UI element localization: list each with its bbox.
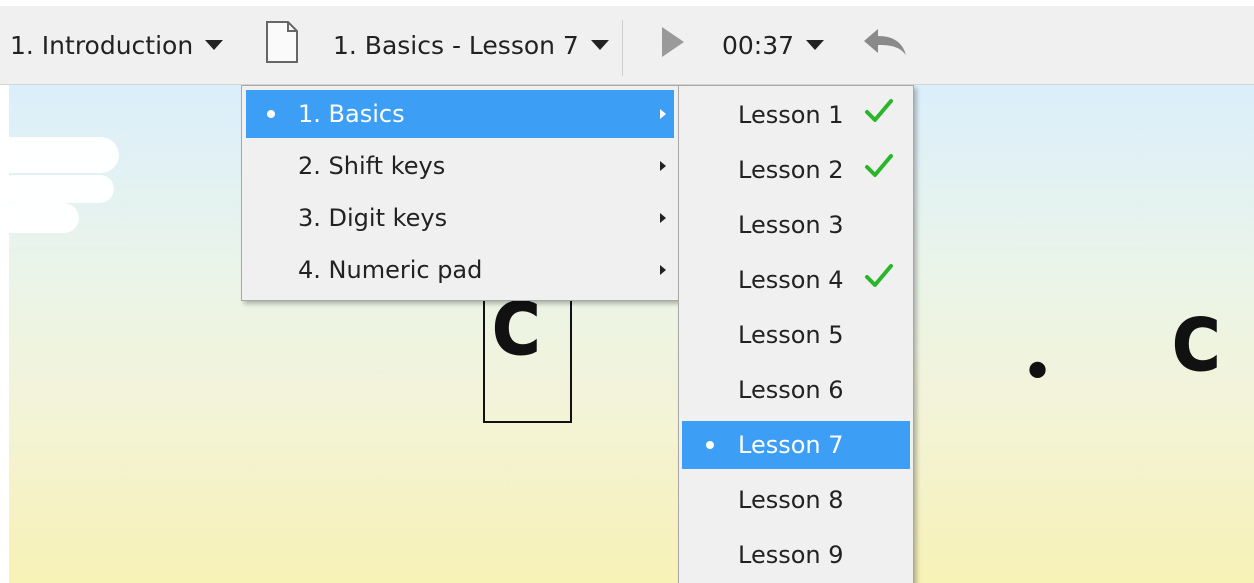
lesson-menu-item-4[interactable]: Lesson 4 [682,256,910,304]
course-menu-item-basics[interactable]: 1. Basics [246,90,674,138]
chevron-down-icon [590,40,609,50]
course-menu-item-digit-keys[interactable]: 3. Digit keys [246,194,674,242]
toolbar-divider [622,20,623,76]
menu-item-label: 2. Shift keys [298,152,446,180]
cloud-decoration [9,175,114,203]
checkmark-icon [864,153,894,185]
chevron-down-icon [205,40,224,50]
menu-item-label: 4. Numeric pad [298,256,483,284]
timer-label: 00:37 [722,30,795,60]
undo-button[interactable] [862,6,908,84]
lesson-label: 1. Basics - Lesson 7 [333,30,579,60]
lesson-menu-item-8[interactable]: Lesson 8 [682,476,910,524]
checkmark-icon [864,263,894,295]
timer-dropdown[interactable]: 00:37 [722,6,825,84]
menu-item-label: Lesson 1 [738,101,844,129]
menu-item-label: Lesson 3 [738,211,844,239]
play-button[interactable] [660,6,686,84]
submenu-arrow-icon [660,213,666,223]
menu-item-label: Lesson 9 [738,541,844,569]
submenu-arrow-icon [660,265,666,275]
course-menu-item-numeric-pad[interactable]: 4. Numeric pad [246,246,674,294]
lesson-menu-item-1[interactable]: Lesson 1 [682,91,910,139]
lesson-menu-item-9[interactable]: Lesson 9 [682,531,910,579]
cloud-decoration [9,137,119,173]
course-menu: 1. Basics 2. Shift keys 3. Digit keys 4.… [241,85,679,301]
submenu-arrow-icon [660,109,666,119]
menu-item-label: 1. Basics [298,100,405,128]
menu-item-label: Lesson 2 [738,156,844,184]
lesson-menu-item-6[interactable]: Lesson 6 [682,366,910,414]
menu-item-label: Lesson 8 [738,486,844,514]
play-icon [660,25,686,65]
lesson-dropdown[interactable]: 1. Basics - Lesson 7 [333,6,609,84]
separator-dot: • [1021,340,1055,405]
menu-item-label: Lesson 4 [738,266,844,294]
menu-item-label: 3. Digit keys [298,204,448,232]
lesson-menu-item-5[interactable]: Lesson 5 [682,311,910,359]
chevron-down-icon [806,40,825,50]
menu-item-label: Lesson 7 [738,431,844,459]
lesson-menu-item-7[interactable]: Lesson 7 [682,421,910,469]
checkmark-icon [864,98,894,130]
selected-dot-icon [706,441,714,449]
lesson-menu-item-3[interactable]: Lesson 3 [682,201,910,249]
document-icon [264,19,300,71]
course-menu-item-shift-keys[interactable]: 2. Shift keys [246,142,674,190]
toolbar: 1. Introduction 1. Basics - Lesson 7 00:… [0,6,1254,85]
cloud-decoration [9,203,79,233]
next-char: c [1167,281,1225,393]
undo-icon [862,27,908,63]
menu-item-label: Lesson 6 [738,376,844,404]
lesson-menu-item-2[interactable]: Lesson 2 [682,146,910,194]
typing-app: c • c 1. Introduction 1. Basics - Lesson… [0,0,1254,583]
document-button[interactable] [264,6,300,84]
course-dropdown[interactable]: 1. Introduction [10,6,224,84]
selected-dot-icon [267,110,275,118]
course-label: 1. Introduction [10,30,194,60]
lesson-menu: Lesson 1 Lesson 2 Lesson 3 Lesson 4 Less… [678,85,914,583]
menu-item-label: Lesson 5 [738,321,844,349]
submenu-arrow-icon [660,161,666,171]
